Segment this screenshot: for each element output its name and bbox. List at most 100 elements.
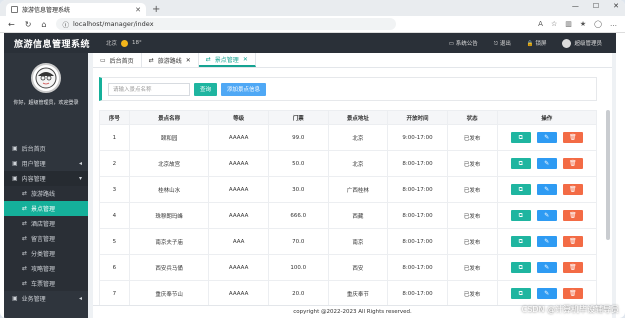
table-cell: 北京 [327,150,389,177]
sidebar-item[interactable]: ▣ 用户管理 ◂ [4,156,88,171]
detail-button[interactable]: ⧉ [510,210,531,221]
table-cell: 70.0 [267,228,329,255]
sidebar-item-label: 景点管理 [31,206,56,213]
maximize-icon[interactable]: ☐ [593,2,599,10]
table-cell: 南京夫子庙 [128,228,210,255]
refresh-icon[interactable]: ↻ [25,20,32,29]
table-cell: 8:00-17:00 [387,228,448,255]
table-cell: 颐和园 [128,124,210,151]
back-icon[interactable]: ← [8,20,15,29]
detail-button[interactable]: ⧉ [510,236,531,247]
chevron-down-icon: ▾ [78,175,82,182]
minimize-icon[interactable]: — [572,2,579,10]
weather-temp: 18° [132,40,142,46]
table-cell: AAAAA [208,150,269,177]
sidebar-item[interactable]: ▣ 内容管理 ▾ [4,171,88,186]
edit-button[interactable]: ✎ [536,236,557,247]
table-cell: 西安兵马俑 [128,254,210,281]
actions-cell: ⧉ ✎ 🗑 [496,254,598,281]
content-tab-label: 旅游路线 [157,57,182,65]
table-cell: 已发布 [446,202,498,229]
detail-button[interactable]: ⧉ [510,262,531,273]
sidebar-item[interactable]: ⇄ 分类管理 [4,246,88,261]
table-cell: 北京故宫 [128,150,210,177]
close-icon[interactable]: ✕ [186,57,191,64]
favorites-icon[interactable]: ★ [580,20,586,28]
delete-button[interactable]: 🗑 [562,262,583,273]
sidebar-item-label: 攻略管理 [31,266,56,273]
table-row: 1 颐和园 AAAAA 99.0 北京 9:00-17:00 已发布 ⧉ ✎ 🗑 [99,124,598,151]
sidebar-item[interactable]: ⇄ 攻略管理 [4,261,88,276]
chevron-left-icon: ◂ [78,160,82,167]
more-icon[interactable]: … [610,20,617,28]
actions-cell: ⧉ ✎ 🗑 [496,124,598,151]
close-icon[interactable]: ✕ [243,56,248,63]
route-icon: ⇄ [22,280,28,287]
edit-button[interactable]: ✎ [536,288,557,299]
table-cell: 8:00-17:00 [387,280,448,307]
route-icon: ⇄ [22,190,28,197]
sidebar-item[interactable]: ⇄ 车票管理 [4,276,88,291]
detail-button[interactable]: ⧉ [510,132,531,143]
user-name: 超级管理员 [574,40,602,47]
menu-icon: ▣ [12,145,18,152]
content-tab[interactable]: ⇄ 景点管理 ✕ [198,53,256,67]
query-button[interactable]: 查询 [194,82,218,96]
logout-link[interactable]: ⎋ 退出 [494,39,511,48]
table-cell: 西安 [327,254,389,281]
sidebar-item[interactable]: ⇄ 酒店管理 [4,216,88,231]
close-window-icon[interactable]: ✕ [613,2,619,10]
user-menu[interactable]: 超级管理员 [562,38,602,48]
sidebar-item[interactable]: ▣ 后台首页 [4,141,88,156]
add-scenic-button[interactable]: 添加景点信息 [221,82,267,96]
sidebar-item-label: 车票管理 [31,281,56,288]
column-header: 景点地址 [327,110,389,125]
detail-button[interactable]: ⧉ [510,288,531,299]
content-tab[interactable]: ⇄ 旅游路线 ✕ [142,53,199,67]
close-tab-icon[interactable]: ✕ [135,6,141,14]
content-tab[interactable]: ▭ 后台首页 [93,53,142,67]
column-header: 等级 [208,110,269,125]
table-cell: 30.0 [267,176,329,203]
sidebar-item[interactable]: ⇄ 旅游路线 [4,186,88,201]
search-input[interactable]: 请输入景点名称 [108,82,190,96]
notice-link[interactable]: ▭ 系统公告 [449,39,478,47]
sidebar-item-label: 内容管理 [21,176,46,183]
table-cell: 1 [99,124,130,151]
edit-button[interactable]: ✎ [536,158,557,169]
column-header: 门票 [267,110,329,125]
detail-button[interactable]: ⧉ [510,184,531,195]
delete-button[interactable]: 🗑 [562,288,583,299]
edit-button[interactable]: ✎ [536,210,557,221]
delete-button[interactable]: 🗑 [562,132,583,143]
split-icon[interactable]: ▥ [565,20,572,28]
new-tab-icon[interactable]: + [152,3,160,16]
edit-button[interactable]: ✎ [536,184,557,195]
sidebar-item-label: 用户管理 [21,161,46,168]
sidebar-item[interactable]: ⇄ 留言管理 [4,231,88,246]
home-icon[interactable]: ⌂ [41,20,46,29]
sidebar-menu: ▣ 后台首页 ▣ 用户管理 ◂ ▣ 内容管理 ▾ ⇄ 旅游路线 ⇄ 景点管理 ⇄ 酒店管理 ⇄ 留言管理 ⇄ 分类… [4,141,88,306]
edit-button[interactable]: ✎ [536,262,557,273]
user-face-icon [35,67,57,89]
profile-icon[interactable]: ◯ [594,20,602,28]
edit-button[interactable]: ✎ [536,132,557,143]
sidebar-item-label: 旅游路线 [31,191,56,198]
delete-button[interactable]: 🗑 [562,236,583,247]
delete-button[interactable]: 🗑 [562,210,583,221]
url-field[interactable]: ⓘ localhost/manager/index [56,18,397,30]
lock-link[interactable]: 🔒 锁屏 [527,39,547,47]
table-cell: 南京 [327,228,389,255]
delete-button[interactable]: 🗑 [562,184,583,195]
sidebar-item[interactable]: ⇄ 景点管理 [4,201,88,216]
favorite-icon[interactable]: ☆ [551,20,557,28]
scrollbar[interactable] [606,110,610,240]
read-aloud-icon[interactable]: A [538,20,543,28]
browser-tab[interactable]: 旅游信息管理系统 ✕ [6,3,146,16]
sidebar-item[interactable]: ▣ 业务管理 ◂ [4,291,88,306]
menu-icon: ▣ [12,295,18,302]
delete-button[interactable]: 🗑 [562,158,583,169]
monitor-icon: ▭ [100,56,106,64]
notice-label: 系统公告 [455,41,478,47]
detail-button[interactable]: ⧉ [510,158,531,169]
